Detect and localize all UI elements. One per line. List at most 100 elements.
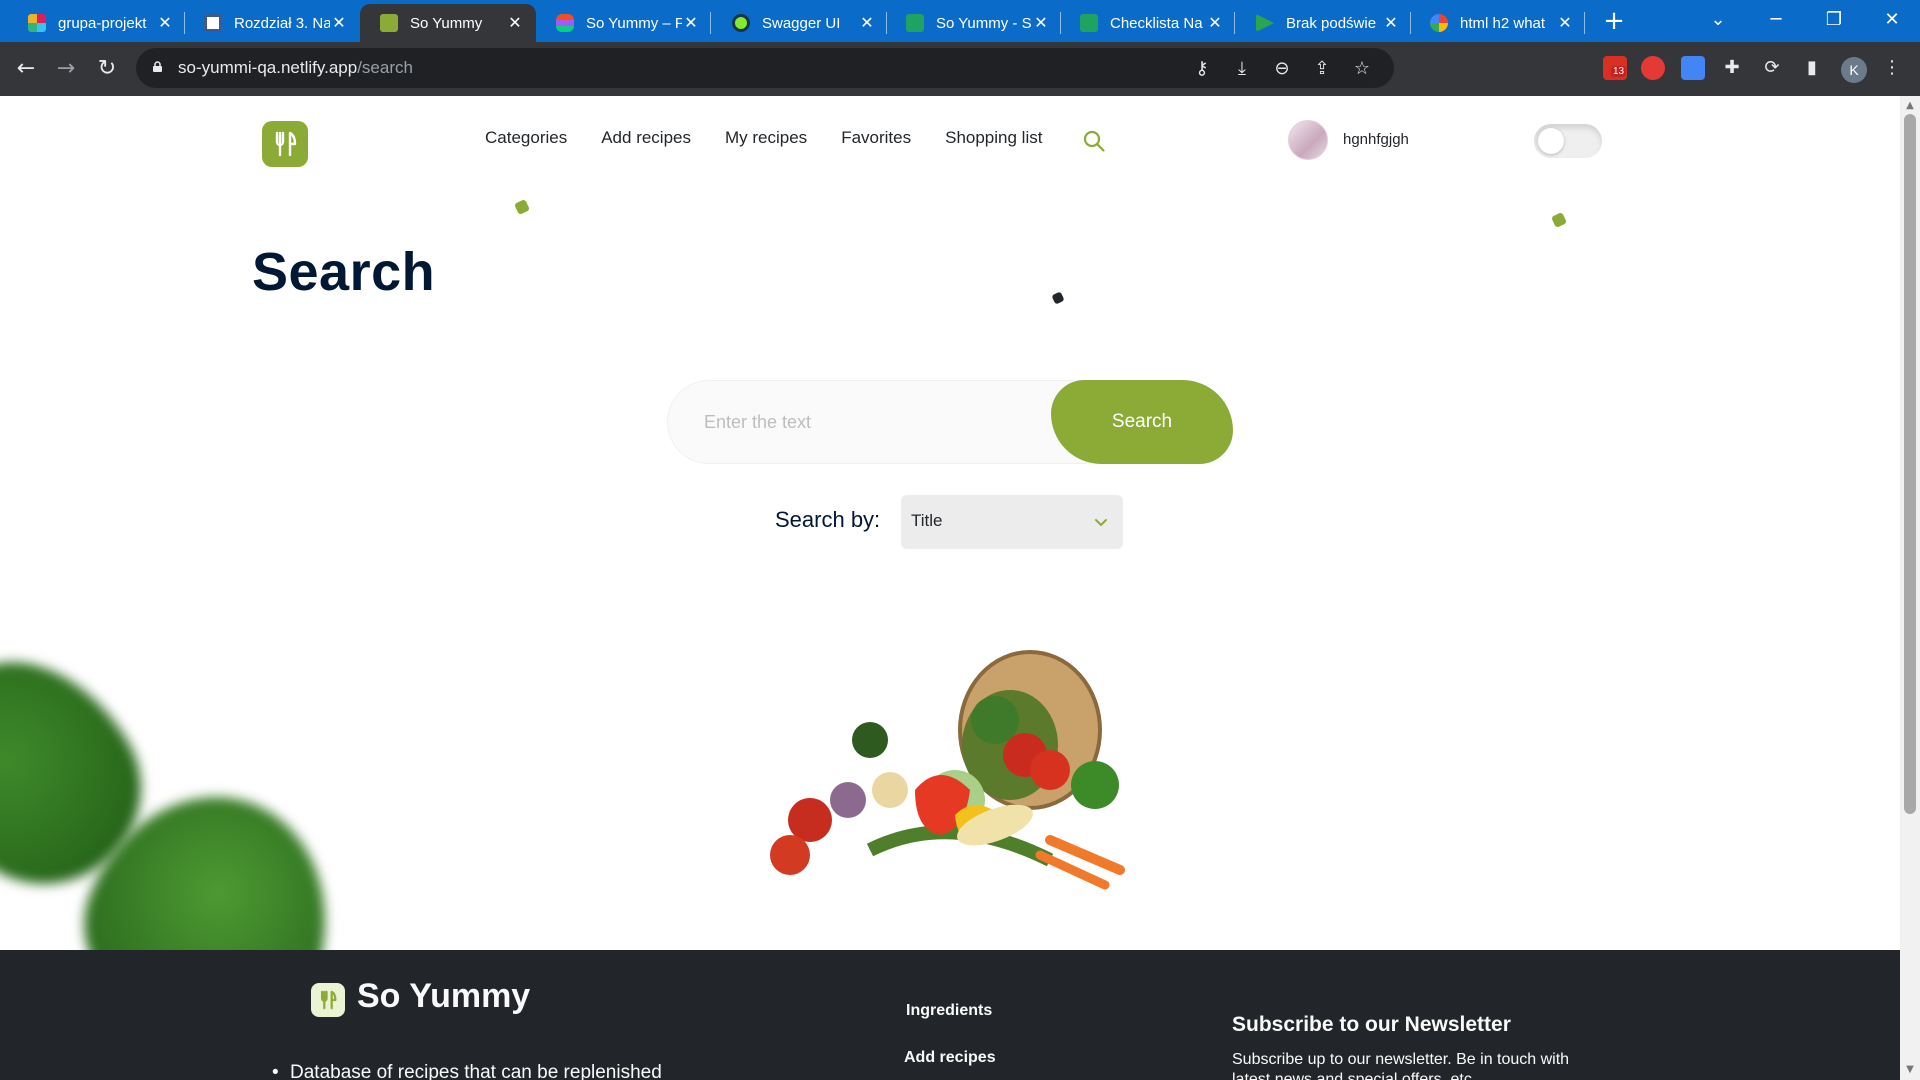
search-by-value: Title	[911, 511, 943, 530]
close-window-icon[interactable]: ✕	[1864, 4, 1920, 36]
sheets-icon	[906, 14, 924, 32]
profile-avatar[interactable]: K	[1841, 57, 1867, 83]
bookmark-star-icon[interactable]: ☆	[1351, 58, 1373, 80]
search-by-label: Search by:	[775, 507, 881, 532]
mail-badge: 13	[1611, 66, 1627, 77]
nav-shopping-list[interactable]: Shopping list	[945, 128, 1042, 148]
extensions-puzzle-icon[interactable]: ✚	[1721, 57, 1743, 79]
tab-title: So Yummy	[410, 14, 483, 32]
sheets-icon	[1080, 14, 1098, 32]
forward-icon[interactable]: →	[50, 53, 82, 85]
close-icon[interactable]: ✕	[330, 13, 348, 33]
install-icon[interactable]: ⤓	[1231, 58, 1253, 80]
page-scrollbar[interactable]: ▲ ▼	[1900, 96, 1920, 1080]
address-bar[interactable]: so-yummi-qa.netlify.app/search ⚷ ⤓ ⊖ ⇪ ☆	[136, 48, 1394, 88]
browser-tab[interactable]: Swagger UI ✕	[712, 4, 888, 42]
footer-logo[interactable]	[311, 983, 345, 1017]
close-icon[interactable]: ✕	[1032, 13, 1050, 33]
scroll-down-icon[interactable]: ▼	[1904, 1064, 1916, 1076]
browser-tab[interactable]: Rozdział 3. Na ✕	[184, 4, 360, 42]
chevron-down-icon	[1095, 519, 1107, 527]
search-icon[interactable]	[1082, 129, 1106, 153]
main-nav: Categories Add recipes My recipes Favori…	[485, 128, 1042, 148]
user-avatar[interactable]	[1288, 120, 1328, 160]
translate-icon[interactable]	[1681, 56, 1705, 80]
nav-favorites[interactable]: Favorites	[841, 128, 911, 148]
page-title: Search	[252, 242, 436, 302]
slack-icon	[28, 14, 46, 32]
tab-separator	[1234, 12, 1235, 34]
browser-tab[interactable]: So Yummy - S ✕	[886, 4, 1062, 42]
tab-title: Checklista Na	[1110, 14, 1203, 32]
gmail-extension-icon[interactable]: 13	[1603, 56, 1627, 80]
key-icon[interactable]: ⚷	[1191, 58, 1213, 80]
url-host: so-yummi-qa.netlify.app	[178, 58, 358, 77]
new-tab-button[interactable]: +	[1598, 6, 1630, 38]
tab-title: Swagger UI	[762, 14, 841, 32]
footer-link-add-recipes[interactable]: Add recipes	[904, 1049, 996, 1067]
theme-toggle[interactable]	[1534, 124, 1602, 158]
cutlery-icon	[275, 131, 297, 157]
tab-title: So Yummy - S	[936, 14, 1032, 32]
footer-brand: So Yummy	[357, 977, 531, 1015]
url-text: so-yummi-qa.netlify.app/search	[178, 58, 413, 78]
sync-icon[interactable]: ⟳	[1761, 57, 1783, 79]
site-footer: So Yummy Ingredients Add recipes Subscri…	[0, 950, 1900, 1080]
url-path: /search	[357, 58, 413, 77]
scrollbar-thumb[interactable]	[1904, 114, 1916, 814]
tab-title: So Yummy – F	[586, 14, 682, 32]
back-icon[interactable]: ←	[10, 53, 42, 85]
newsletter-title: Subscribe to our Newsletter	[1232, 1013, 1511, 1036]
footer-link-ingredients[interactable]: Ingredients	[906, 1002, 992, 1020]
lock-icon	[153, 61, 162, 72]
nav-add-recipes[interactable]: Add recipes	[601, 128, 691, 148]
tab-separator	[710, 12, 711, 34]
swagger-icon	[732, 14, 750, 32]
tab-title: Rozdział 3. Na	[234, 14, 330, 32]
close-icon[interactable]: ✕	[1556, 13, 1574, 33]
browser-toolbar: ← → ↻ so-yummi-qa.netlify.app/search ⚷ ⤓…	[0, 42, 1920, 96]
browser-tab[interactable]: Brak podświe ✕	[1236, 4, 1412, 42]
more-menu-icon[interactable]: ⋮	[1881, 57, 1903, 79]
search-button[interactable]: Search	[1051, 380, 1233, 464]
close-icon[interactable]: ✕	[506, 13, 524, 33]
close-icon[interactable]: ✕	[156, 13, 174, 33]
site-logo[interactable]	[262, 121, 308, 167]
nav-categories[interactable]: Categories	[485, 128, 567, 148]
close-icon[interactable]: ✕	[682, 13, 700, 33]
close-icon[interactable]: ✕	[1206, 13, 1224, 33]
book-icon	[204, 14, 222, 32]
zoom-out-icon[interactable]: ⊖	[1271, 58, 1293, 80]
tab-search-icon[interactable]: ⌄	[1690, 4, 1746, 36]
restore-icon[interactable]: ❐	[1806, 4, 1862, 36]
close-icon[interactable]: ✕	[1382, 13, 1400, 33]
share-icon[interactable]: ⇪	[1311, 58, 1333, 80]
nav-my-recipes[interactable]: My recipes	[725, 128, 807, 148]
scroll-up-icon[interactable]: ▲	[1904, 100, 1916, 112]
reload-icon[interactable]: ↻	[91, 53, 123, 85]
page-viewport: Categories Add recipes My recipes Favori…	[0, 96, 1900, 1080]
browser-tab[interactable]: So Yummy – F ✕	[536, 4, 712, 42]
user-name[interactable]: hgnhfgjgh	[1343, 131, 1409, 148]
close-icon[interactable]: ✕	[858, 13, 876, 33]
browser-tab[interactable]: grupa-projekt ✕	[8, 4, 186, 42]
search-by-select[interactable]: Title	[901, 495, 1123, 549]
tab-title: html h2 what	[1460, 14, 1546, 32]
project-icon	[1256, 14, 1274, 32]
search-input[interactable]	[667, 380, 1087, 464]
minimize-icon[interactable]: ─	[1748, 4, 1804, 36]
footer-feature-item: Database of recipes that can be replenis…	[272, 1062, 662, 1080]
search-form: Search	[667, 380, 1233, 464]
tab-separator	[1584, 12, 1585, 34]
decor-leaf-square	[514, 199, 530, 215]
decor-leaf-square	[1551, 212, 1567, 228]
tab-title: Brak podświe	[1286, 14, 1377, 32]
decor-dark-square	[1051, 291, 1065, 305]
side-panel-icon[interactable]: ▮	[1801, 57, 1823, 79]
browser-tab[interactable]: html h2 what ✕	[1410, 4, 1586, 42]
browser-tabstrip: grupa-projekt ✕ Rozdział 3. Na ✕ So Yumm…	[0, 0, 1920, 42]
vegetables-basket-image	[770, 650, 1125, 890]
adblock-icon[interactable]	[1641, 56, 1665, 80]
browser-tab[interactable]: Checklista Na ✕	[1060, 4, 1236, 42]
browser-tab-active[interactable]: So Yummy ✕	[360, 4, 536, 42]
